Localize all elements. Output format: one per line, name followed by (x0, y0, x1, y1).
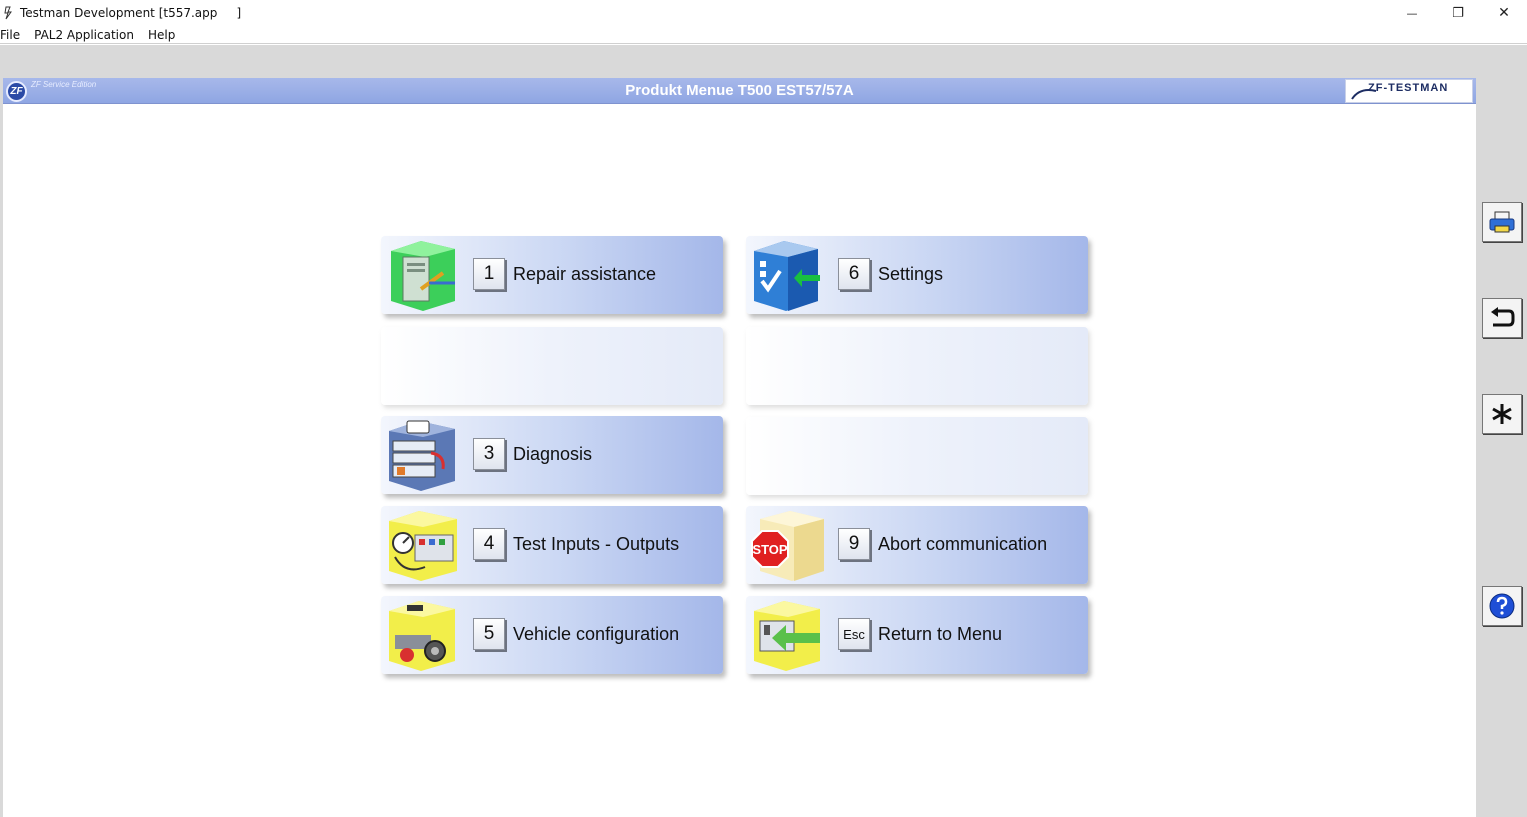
menu-help[interactable]: Help (148, 28, 182, 42)
diagnosis-icon (389, 420, 455, 491)
zf-testman-logo: ZF-TESTMAN (1345, 79, 1473, 103)
key-1: 1 (473, 258, 505, 290)
product-header: ZF ZF Service Edition Produkt Menue T500… (3, 78, 1476, 104)
brand-text: ZF-TESTMAN (1368, 82, 1449, 94)
repair-assistance-icon (391, 241, 455, 311)
test-io-icon (389, 511, 457, 581)
empty-tile (746, 327, 1088, 405)
menu-file[interactable]: File (0, 28, 27, 42)
key-5: 5 (473, 618, 505, 650)
vehicle-config-icon (389, 601, 455, 671)
key-4: 4 (473, 528, 505, 560)
toolbar-area (0, 45, 1527, 78)
undo-button[interactable] (1482, 298, 1522, 338)
menu-bar: File PAL2 Application Help (0, 26, 1527, 44)
app-icon (2, 6, 16, 20)
close-button[interactable]: ✕ (1481, 0, 1527, 26)
menu-tile-vehicle-configuration[interactable]: 5 Vehicle configuration (381, 596, 723, 674)
tile-label-abort-communication: Abort communication (878, 534, 1048, 554)
key-esc: Esc (838, 618, 870, 650)
key-9: 9 (838, 528, 870, 560)
stop-sign-text: STOP (752, 542, 787, 557)
stop-icon: STOP (751, 511, 824, 581)
menu-tile-return-to-menu[interactable]: Esc Return to Menu (746, 596, 1088, 674)
help-button[interactable] (1482, 586, 1522, 626)
title-bar: Testman Development [t557.app ] — ❐ ✕ (0, 0, 1527, 26)
window-title: Testman Development [t557.app ] (20, 6, 242, 20)
print-icon (1489, 211, 1515, 233)
tile-label-settings: Settings (878, 264, 944, 284)
asterisk-button[interactable] (1482, 394, 1522, 434)
restore-button[interactable]: ❐ (1435, 0, 1481, 26)
menu-tile-test-inputs-outputs[interactable]: 4 Test Inputs - Outputs (381, 506, 723, 584)
menu-tile-diagnosis[interactable]: 3 Diagnosis (381, 416, 723, 494)
tile-label-diagnosis: Diagnosis (513, 444, 593, 464)
menu-tile-settings[interactable]: 6 Settings (746, 236, 1088, 314)
help-icon (1489, 593, 1515, 619)
settings-icon (754, 241, 820, 311)
asterisk-icon (1492, 404, 1512, 424)
left-border (0, 78, 3, 817)
print-button[interactable] (1482, 202, 1522, 242)
side-toolbar (1476, 78, 1527, 817)
tile-label-vehicle-configuration: Vehicle configuration (513, 624, 680, 644)
empty-tile (746, 417, 1088, 495)
undo-icon (1491, 307, 1515, 327)
tile-label-repair-assistance: Repair assistance (513, 264, 657, 284)
key-3: 3 (473, 438, 505, 470)
minimize-button[interactable]: — (1389, 0, 1435, 26)
window-controls: — ❐ ✕ (1389, 0, 1527, 26)
menu-tile-abort-communication[interactable]: STOP 9 Abort communication (746, 506, 1088, 584)
tile-label-return-to-menu: Return to Menu (878, 624, 1003, 644)
menu-pal2-application[interactable]: PAL2 Application (34, 28, 141, 42)
page-title: Produkt Menue T500 EST57/57A (625, 82, 854, 99)
menu-tile-repair-assistance[interactable]: 1 Repair assistance (381, 236, 723, 314)
return-icon (754, 601, 820, 671)
empty-tile (381, 327, 723, 405)
tile-label-test-inputs-outputs: Test Inputs - Outputs (513, 534, 680, 554)
key-6: 6 (838, 258, 870, 290)
